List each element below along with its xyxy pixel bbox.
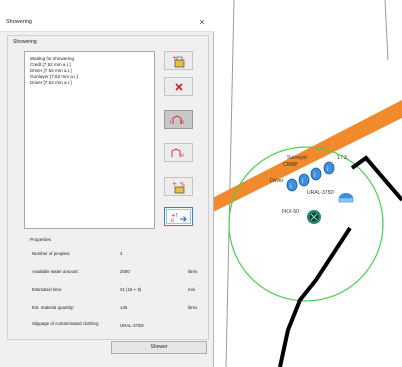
add-to-shower-icon: + <box>172 55 184 67</box>
property-label: Available water amount: <box>32 269 79 274</box>
property-unit: litres <box>188 269 198 274</box>
radius-circle <box>228 146 384 302</box>
vehicle-unit-icon[interactable] <box>338 193 354 203</box>
map-label-surveyor: Surveyor <box>287 155 307 161</box>
property-unit: min <box>188 287 196 292</box>
unload-persons-button[interactable]: ii <box>164 143 193 162</box>
property-value: 4 <box>120 251 123 256</box>
shower-all-button[interactable]: +! ii <box>164 207 193 226</box>
list-item[interactable]: Driver [7.62 mm a.r.] <box>30 80 149 86</box>
property-label: Slippage of contaminated clothing: <box>32 321 100 326</box>
shower-persons-icon: ii i <box>170 114 184 126</box>
soldier-unit-icon[interactable]: i <box>310 167 322 181</box>
map-label-unit-id: FKX-50 <box>282 209 299 215</box>
property-value: 146 <box>120 305 128 310</box>
property-value: URAL-375D <box>120 323 144 328</box>
add-material-button[interactable]: + % <box>164 177 193 196</box>
svg-text:ii: ii <box>171 218 174 223</box>
property-label: Number of peoples: <box>32 251 71 256</box>
property-label: Estimated time: <box>32 287 63 292</box>
svg-text:ii: ii <box>181 153 184 159</box>
unload-persons-icon: ii <box>171 147 184 159</box>
close-icon[interactable]: × <box>196 16 208 28</box>
soldier-unit-icon[interactable]: i <box>323 161 335 175</box>
properties-title: Properties <box>30 237 51 242</box>
property-value: 2000 <box>120 269 130 274</box>
svg-text:ii: ii <box>181 120 184 126</box>
shower-persons-button[interactable]: ii i <box>164 110 193 129</box>
map-label-ural: URAL-375D <box>307 190 334 196</box>
shower-all-icon: +! ii <box>171 213 187 223</box>
soldier-unit-icon[interactable]: i <box>286 178 298 192</box>
property-label: Est. material quantity: <box>32 305 75 310</box>
shower-button[interactable]: Shower <box>111 341 207 354</box>
map-label-driver: Driver <box>270 178 284 184</box>
remove-icon <box>174 82 183 91</box>
decontamination-unit-icon[interactable] <box>307 210 321 224</box>
map-label-crew: CRMP <box>283 162 298 168</box>
map-boundary-line <box>384 0 389 61</box>
add-material-icon: + % <box>172 181 185 193</box>
svg-text:i: i <box>170 120 171 126</box>
add-to-shower-button[interactable]: + <box>164 51 193 70</box>
black-track <box>278 226 352 367</box>
personnel-list[interactable]: Waiting for showering Credt [7.62 mm a.r… <box>24 51 155 229</box>
map-boundary-line <box>225 0 235 367</box>
properties-panel: Properties Number of peoples: 4 Availabl… <box>24 234 208 338</box>
remove-button[interactable] <box>164 77 193 96</box>
property-unit: litres <box>188 305 198 310</box>
soldier-unit-icon[interactable]: i <box>298 173 310 187</box>
showering-dialog: Showering × Showering Waiting for shower… <box>0 13 214 367</box>
map-label-tag: 1 / 3 <box>337 155 347 161</box>
dialog-title: Showering <box>6 19 32 25</box>
property-value: 21 (16 + 5) <box>120 287 142 292</box>
dialog-title-bar[interactable]: Showering × <box>0 13 214 32</box>
group-label: Showering <box>12 39 38 45</box>
